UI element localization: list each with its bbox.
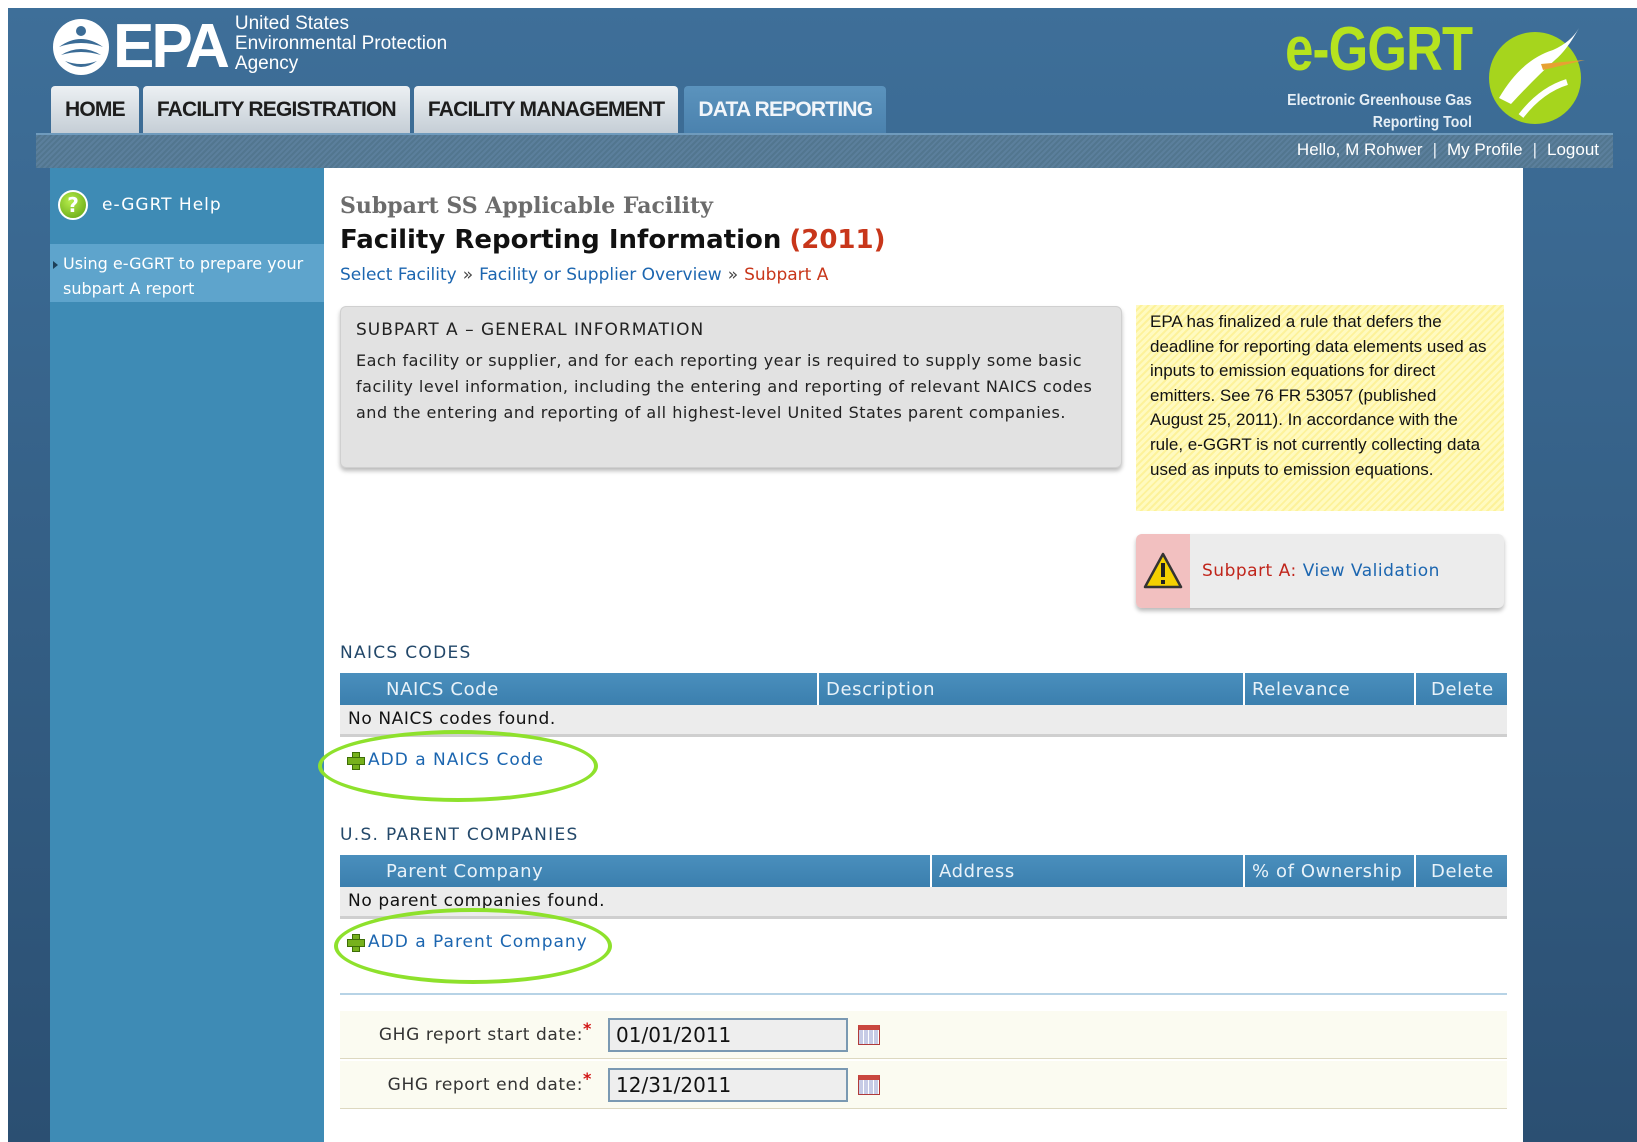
column-header-delete: Delete (1415, 673, 1507, 705)
page-title: Facility Reporting Information (2011) (340, 225, 886, 255)
app-frame: EPA United States Environmental Protecti… (8, 8, 1637, 1142)
general-info-box: SUBPART A – GENERAL INFORMATION Each fac… (340, 306, 1122, 468)
warning-icon (1143, 552, 1183, 589)
user-links-separator: | (1532, 140, 1537, 159)
end-date-label: GHG report end date:* (340, 1069, 600, 1095)
main-content: Subpart SS Applicable Facility Facility … (318, 168, 1523, 1142)
highlight-ellipse (334, 908, 612, 984)
page-title-year: (2011) (789, 225, 886, 255)
validation-box: Subpart A: View Validation (1136, 534, 1504, 608)
section-divider (340, 993, 1507, 995)
report-start-date-row: GHG report start date:* (340, 1011, 1507, 1059)
main-nav-tabs: HOME FACILITY REGISTRATION FACILITY MANA… (51, 86, 887, 133)
agency-line: Environmental Protection (234, 33, 448, 54)
column-header-ownership[interactable]: % of Ownership (1244, 855, 1416, 887)
start-date-label-text: GHG report start date: (378, 1024, 584, 1045)
tab-home[interactable]: HOME (51, 86, 139, 133)
page-subtitle: Subpart SS Applicable Facility (340, 193, 713, 219)
deferral-notice: EPA has finalized a rule that defers the… (1136, 305, 1504, 511)
help-label: e-GGRT Help (102, 195, 222, 215)
heron-logo-icon (1489, 28, 1585, 124)
help-guide-link[interactable]: Using e-GGRT to prepare your subpart A r… (63, 254, 303, 298)
info-box-text: Each facility or supplier, and for each … (356, 351, 1093, 422)
epa-agency-name: United States Environmental Protection A… (235, 14, 447, 74)
help-header[interactable]: ? e-GGRT Help (50, 168, 324, 242)
eggrt-subtitle-line: Electronic Greenhouse Gas (1287, 92, 1472, 109)
table-header-row: NAICS Code Description Relevance Delete (340, 673, 1507, 705)
page-title-text: Facility Reporting Information (340, 225, 782, 255)
tab-facility-registration[interactable]: FACILITY REGISTRATION (142, 86, 410, 133)
calendar-icon[interactable] (858, 1074, 880, 1095)
user-bar: Hello, M Rohwer | My Profile | Logout (36, 133, 1613, 168)
breadcrumb-separator: » (727, 265, 739, 285)
tab-facility-management[interactable]: FACILITY MANAGEMENT (413, 86, 679, 133)
highlight-ellipse (318, 730, 598, 802)
table-header-row: Parent Company Address % of Ownership De… (340, 855, 1507, 887)
user-greeting: Hello, M Rohwer (1296, 140, 1423, 159)
my-profile-link[interactable]: My Profile (1447, 140, 1523, 160)
end-date-label-text: GHG report end date: (387, 1074, 584, 1095)
eggrt-subtitle: Electronic Greenhouse Gas Reporting Tool (1287, 90, 1472, 134)
breadcrumb-current: Subpart A (744, 265, 829, 285)
content-area: ? e-GGRT Help Using e-GGRT to prepare yo… (50, 168, 1523, 1142)
breadcrumb-facility-overview[interactable]: Facility or Supplier Overview (479, 265, 722, 285)
start-date-label: GHG report start date:* (340, 1019, 600, 1045)
info-box-title: SUBPART A – GENERAL INFORMATION (356, 320, 705, 340)
logout-link[interactable]: Logout (1547, 140, 1599, 160)
eggrt-subtitle-line: Reporting Tool (1372, 114, 1472, 131)
column-header-address[interactable]: Address (931, 855, 1245, 887)
agency-line: Agency (234, 53, 299, 74)
validation-subpart: Subpart A: (1202, 561, 1297, 581)
naics-table: NAICS Code Description Relevance Delete … (340, 673, 1507, 737)
empty-table-message: No NAICS codes found. (340, 705, 1507, 737)
report-end-date-row: GHG report end date:* (340, 1061, 1507, 1109)
epa-wordmark: EPA (113, 12, 230, 81)
breadcrumb-select-facility[interactable]: Select Facility (340, 265, 457, 285)
site-header: EPA United States Environmental Protecti… (8, 8, 1637, 133)
sidebar-item-help-guide: Using e-GGRT to prepare your subpart A r… (50, 244, 324, 302)
question-icon: ? (58, 190, 88, 220)
user-links-separator: | (1432, 140, 1437, 159)
calendar-icon[interactable] (858, 1024, 880, 1045)
epa-seal-icon (53, 19, 109, 75)
start-date-input[interactable] (608, 1017, 848, 1052)
required-marker: * (583, 1018, 592, 1038)
tab-data-reporting[interactable]: DATA REPORTING (684, 86, 887, 133)
column-header-description[interactable]: Description (818, 673, 1245, 705)
bullet-arrow-icon (53, 261, 58, 269)
epa-logo[interactable]: EPA United States Environmental Protecti… (51, 12, 447, 82)
end-date-input[interactable] (608, 1067, 848, 1102)
warning-cell (1136, 534, 1190, 608)
table-row: No NAICS codes found. (340, 705, 1507, 737)
column-header-delete: Delete (1415, 855, 1507, 887)
breadcrumb-separator: » (462, 265, 474, 285)
view-validation-link[interactable]: View Validation (1303, 561, 1440, 581)
user-links: Hello, M Rohwer | My Profile | Logout (1297, 140, 1599, 160)
validation-label: Subpart A: View Validation (1202, 561, 1440, 581)
agency-line: United States (234, 13, 349, 34)
parents-section-title: U.S. PARENT COMPANIES (340, 825, 579, 845)
breadcrumb: Select Facility » Facility or Supplier O… (340, 265, 828, 285)
column-header-naics-code[interactable]: NAICS Code (340, 673, 819, 705)
column-header-parent-company[interactable]: Parent Company (340, 855, 932, 887)
required-marker: * (583, 1068, 592, 1088)
sidebar: ? e-GGRT Help Using e-GGRT to prepare yo… (50, 168, 324, 1142)
naics-section-title: NAICS CODES (340, 643, 472, 663)
eggrt-logo: e-GGRT Electronic Greenhouse Gas Reporti… (1237, 14, 1597, 134)
eggrt-wordmark: e-GGRT (1284, 15, 1473, 84)
column-header-relevance[interactable]: Relevance (1244, 673, 1416, 705)
